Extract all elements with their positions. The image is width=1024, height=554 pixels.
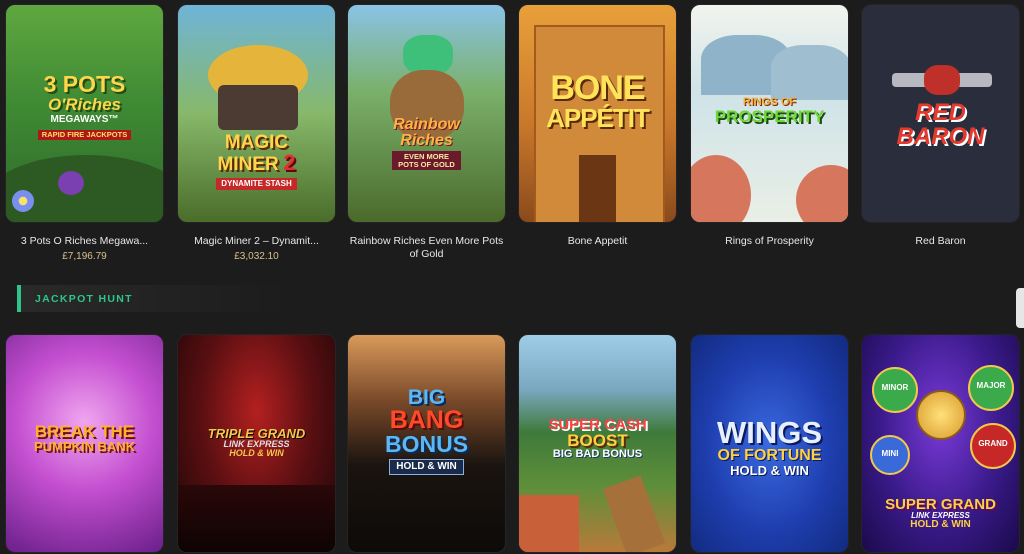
section-title: JACKPOT HUNT xyxy=(35,293,133,305)
game-tile-super-cash-boost[interactable]: SUPER CASH BOOST BIG BAD BONUS xyxy=(519,335,676,552)
game-logo: BIG BANG BONUS HOLD & WIN xyxy=(348,387,505,475)
badge-label: GRAND xyxy=(978,439,1008,448)
game-tile-red-baron[interactable]: RED BARON xyxy=(862,5,1019,222)
game-logo: TRIPLE GRAND LINK EXPRESS HOLD & WIN xyxy=(207,426,306,458)
game-logo: BREAK the PUMPKIN BANK xyxy=(33,422,136,454)
game-logo: WINGS of FORTUNE HOLD & WIN xyxy=(716,415,823,478)
game-tile-break-the-pumpkin-bank[interactable]: BREAK the PUMPKIN BANK xyxy=(6,335,163,552)
game-tile-big-bang-bonus[interactable]: BIG BANG BONUS HOLD & WIN xyxy=(348,335,505,552)
dollar-coin-icon xyxy=(916,390,966,440)
game-logo: RINGS OF PROSPERITY xyxy=(714,96,825,126)
game-tile-3-pots-o-riches[interactable]: 3 POTS O'Riches MEGAWAYS™ RAPID FIRE JAC… xyxy=(6,5,163,222)
scrollbar[interactable] xyxy=(1016,288,1024,328)
game-logo: SUPER GRAND LINK EXPRESS HOLD & WIN xyxy=(885,496,996,530)
game-title[interactable]: 3 Pots O Riches Megawa... xyxy=(6,235,163,248)
game-tile-rainbow-riches[interactable]: Rainbow Riches EVEN MORE POTS OF GOLD xyxy=(348,5,505,222)
game-logo: SUPER CASH BOOST BIG BAD BONUS xyxy=(548,416,647,460)
flower-icon xyxy=(12,190,34,212)
game-tile-wings-of-fortune[interactable]: WINGS of FORTUNE HOLD & WIN xyxy=(691,335,848,552)
game-tile-triple-grand[interactable]: TRIPLE GRAND LINK EXPRESS HOLD & WIN xyxy=(178,335,335,552)
game-logo: BONE APPÉTIT xyxy=(546,69,650,133)
badge-label: MINOR xyxy=(881,383,909,392)
game-logo: 3 POTS O'Riches MEGAWAYS™ RAPID FIRE JAC… xyxy=(6,73,163,141)
badge-label: MINI xyxy=(881,449,899,458)
game-title[interactable]: Rings of Prosperity xyxy=(691,235,848,248)
game-title[interactable]: Bone Appetit xyxy=(519,235,676,248)
game-title[interactable]: Rainbow Riches Even More Pots of Gold xyxy=(348,235,505,261)
jackpot-amount: £3,032.10 xyxy=(234,251,279,262)
game-title[interactable]: Magic Miner 2 – Dynamit... xyxy=(178,235,335,248)
game-logo: RED BARON xyxy=(896,99,985,150)
game-tile-bone-appetit[interactable]: BONE APPÉTIT xyxy=(519,5,676,222)
game-title[interactable]: Red Baron xyxy=(862,235,1019,248)
game-tile-magic-miner-2[interactable]: MAGIC MINER 2 DYNAMITE STASH xyxy=(178,5,335,222)
game-logo: MAGIC MINER 2 DYNAMITE STASH xyxy=(216,132,297,190)
section-header-jackpot-hunt: JACKPOT HUNT xyxy=(17,285,291,312)
jackpot-amount: £7,196.79 xyxy=(62,251,107,262)
game-tile-super-grand[interactable]: MINOR MAJOR MINI GRAND SUPER GRAND LINK … xyxy=(862,335,1019,552)
badge-label: MAJOR xyxy=(976,381,1006,390)
game-tile-rings-of-prosperity[interactable]: RINGS OF PROSPERITY xyxy=(691,5,848,222)
game-logo: Rainbow Riches EVEN MORE POTS OF GOLD xyxy=(392,116,461,170)
